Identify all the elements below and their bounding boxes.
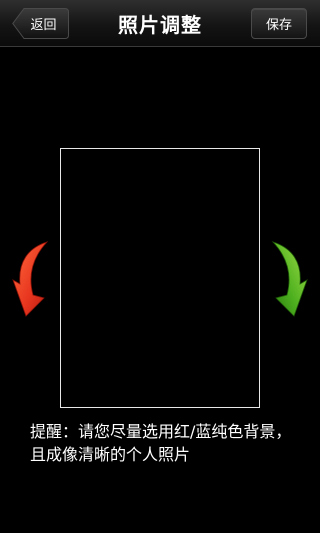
rotate-left-arrow-icon[interactable] [10, 240, 50, 318]
tip-text: 提醒：请您尽量选用红/蓝纯色背景，且成像清晰的个人照片 [30, 422, 292, 464]
top-bar: 返回 照片调整 保存 [0, 0, 320, 47]
rotate-right-arrow-icon[interactable] [270, 240, 310, 318]
back-button[interactable]: 返回 [12, 8, 69, 39]
back-button-label: 返回 [30, 18, 57, 33]
save-button[interactable]: 保存 [251, 8, 307, 39]
page-title: 照片调整 [118, 12, 202, 37]
photo-frame[interactable] [60, 148, 260, 408]
